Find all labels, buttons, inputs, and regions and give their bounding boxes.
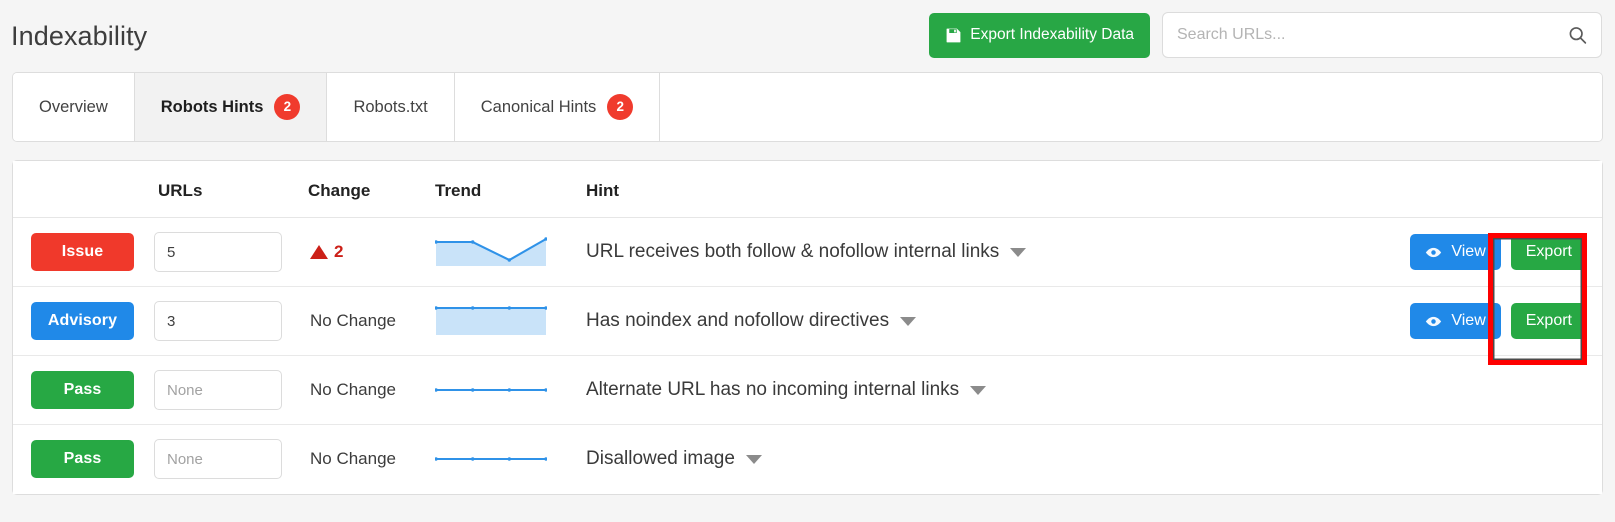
export-indexability-data-button[interactable]: Export Indexability Data bbox=[929, 12, 1150, 58]
tab-bar: Overview Robots Hints 2 Robots.txt Canon… bbox=[12, 72, 1603, 142]
search-input[interactable] bbox=[1162, 12, 1602, 58]
change-value: No Change bbox=[310, 311, 397, 330]
cell-urls: None bbox=[154, 355, 306, 425]
cell-hint: URL receives both follow & nofollow inte… bbox=[580, 217, 1342, 287]
col-header-trend: Trend bbox=[433, 161, 580, 218]
cell-actions: View Export bbox=[1342, 217, 1602, 287]
tab-canonical-hints-badge: 2 bbox=[607, 94, 634, 120]
trend-sparkline bbox=[435, 457, 547, 461]
table-row: Issue 5 2 URL receives both follow & nofoll… bbox=[13, 217, 1602, 287]
eye-icon bbox=[1425, 246, 1442, 259]
hint-text: Alternate URL has no incoming internal l… bbox=[586, 379, 960, 400]
hint-text: Disallowed image bbox=[586, 448, 735, 470]
urls-count-field[interactable]: None bbox=[154, 370, 282, 410]
trend-sparkline bbox=[435, 237, 547, 266]
status-badge: Issue bbox=[31, 233, 134, 271]
cell-actions: View Export bbox=[1342, 286, 1602, 356]
search-urls-container bbox=[1162, 12, 1602, 58]
tab-robots-txt[interactable]: Robots.txt bbox=[327, 73, 455, 141]
eye-icon bbox=[1425, 315, 1442, 328]
chevron-down-icon[interactable] bbox=[1010, 247, 1027, 257]
status-badge: Pass bbox=[31, 440, 134, 479]
cell-trend bbox=[433, 217, 580, 287]
table-row: Pass None No Change Disallowed image bbox=[13, 424, 1602, 494]
col-header-urls: URLs bbox=[154, 161, 306, 218]
tab-canonical-hints-label: Canonical Hints bbox=[480, 97, 597, 116]
cell-trend bbox=[433, 424, 580, 494]
save-disk-icon bbox=[945, 27, 962, 44]
hints-table-body: Issue 5 2 URL receives both follow & nofoll… bbox=[13, 217, 1602, 494]
tab-robots-hints-badge: 2 bbox=[274, 94, 301, 120]
cell-status: Pass bbox=[13, 355, 154, 425]
hints-table: URLs Change Trend Hint Issue 5 2 URL receiv… bbox=[13, 161, 1602, 494]
status-badge: Pass bbox=[31, 371, 134, 409]
view-button-label: View bbox=[1451, 312, 1486, 329]
trend-sparkline bbox=[435, 388, 547, 392]
tab-overview[interactable]: Overview bbox=[13, 73, 135, 141]
hints-table-header: URLs Change Trend Hint bbox=[13, 161, 1602, 218]
tab-bar-filler bbox=[660, 73, 1602, 141]
view-button-label: View bbox=[1451, 243, 1486, 260]
change-value: No Change bbox=[310, 380, 397, 399]
tab-overview-label: Overview bbox=[39, 97, 108, 116]
change-value: No Change bbox=[310, 449, 397, 469]
table-row: Advisory 3 No Change Has noindex and nofoll… bbox=[13, 286, 1602, 356]
header-actions: Export Indexability Data bbox=[929, 12, 1602, 58]
col-header-actions bbox=[1342, 161, 1602, 218]
cell-urls: 5 bbox=[154, 217, 306, 287]
cell-urls: None bbox=[154, 424, 306, 494]
col-header-hint: Hint bbox=[580, 161, 1342, 218]
hints-table-card: URLs Change Trend Hint Issue 5 2 URL receiv… bbox=[12, 160, 1603, 495]
cell-hint: Disallowed image bbox=[580, 424, 1342, 494]
tab-robots-hints[interactable]: Robots Hints 2 bbox=[134, 73, 328, 141]
tab-robots-txt-label: Robots.txt bbox=[353, 97, 428, 116]
view-button[interactable]: View bbox=[1410, 303, 1501, 339]
cell-actions bbox=[1342, 424, 1602, 494]
urls-count-field[interactable]: None bbox=[154, 439, 282, 480]
change-value: 2 bbox=[334, 242, 344, 261]
hint-text: Has noindex and nofollow directives bbox=[586, 310, 890, 331]
cell-change: 2 bbox=[306, 217, 433, 287]
cell-actions bbox=[1342, 355, 1602, 425]
triangle-up-icon bbox=[310, 245, 328, 259]
cell-change: No Change bbox=[306, 424, 433, 494]
cell-status: Issue bbox=[13, 217, 154, 287]
page-title: Indexability bbox=[11, 20, 148, 51]
page-header: Indexability Export Indexability Data bbox=[0, 0, 1615, 72]
export-indexability-data-label: Export Indexability Data bbox=[970, 26, 1134, 44]
tab-robots-hints-label: Robots Hints bbox=[160, 97, 264, 116]
view-button[interactable]: View bbox=[1410, 234, 1501, 270]
cell-urls: 3 bbox=[154, 286, 306, 356]
hint-text: URL receives both follow & nofollow inte… bbox=[586, 241, 1000, 262]
chevron-down-icon[interactable] bbox=[970, 385, 987, 395]
col-header-change: Change bbox=[306, 161, 433, 218]
tab-canonical-hints[interactable]: Canonical Hints 2 bbox=[454, 73, 661, 141]
status-badge: Advisory bbox=[31, 302, 134, 340]
export-row-button[interactable]: Export bbox=[1510, 234, 1587, 270]
export-row-button[interactable]: Export bbox=[1510, 303, 1587, 339]
table-row: Pass None No Change Alternate URL has no in… bbox=[13, 355, 1602, 425]
cell-change: No Change bbox=[306, 355, 433, 425]
trend-sparkline bbox=[435, 306, 547, 335]
chevron-down-icon[interactable] bbox=[745, 454, 762, 464]
cell-trend bbox=[433, 355, 580, 425]
cell-status: Pass bbox=[13, 424, 154, 494]
col-header-status bbox=[13, 161, 154, 218]
cell-hint: Has noindex and nofollow directives bbox=[580, 286, 1342, 356]
cell-change: No Change bbox=[306, 286, 433, 356]
search-icon[interactable] bbox=[1567, 25, 1588, 46]
chevron-down-icon[interactable] bbox=[900, 316, 917, 326]
cell-hint: Alternate URL has no incoming internal l… bbox=[580, 355, 1342, 425]
urls-count-field[interactable]: 5 bbox=[154, 232, 282, 272]
cell-trend bbox=[433, 286, 580, 356]
cell-status: Advisory bbox=[13, 286, 154, 356]
urls-count-field[interactable]: 3 bbox=[154, 301, 282, 341]
